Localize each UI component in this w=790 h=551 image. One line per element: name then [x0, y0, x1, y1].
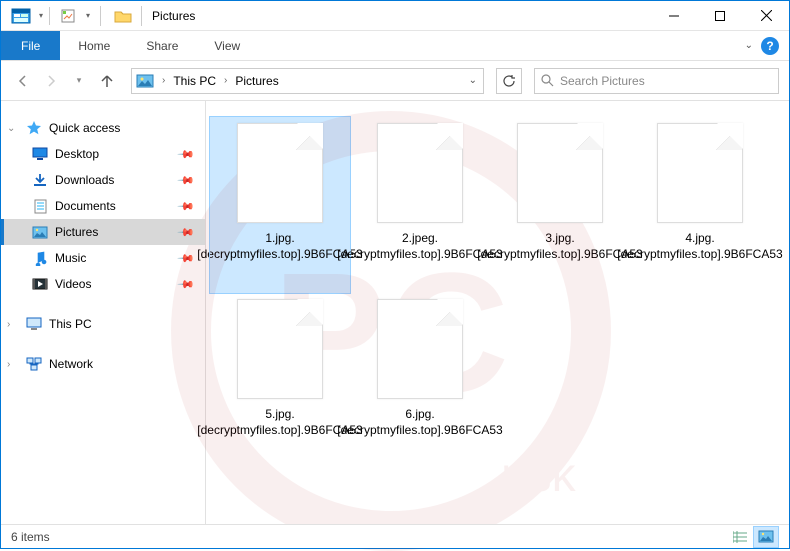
- qat-dropdown2-icon[interactable]: ▾: [84, 11, 92, 20]
- breadcrumb-sep-icon[interactable]: ›: [220, 75, 231, 86]
- nav-item-desktop[interactable]: Desktop 📌: [1, 141, 205, 167]
- pin-icon: 📌: [177, 223, 196, 242]
- downloads-icon: [31, 172, 49, 188]
- file-thumbnail-icon: [237, 123, 323, 223]
- forward-button[interactable]: [39, 69, 63, 93]
- details-view-icon: [733, 531, 747, 543]
- pictures-location-icon: [136, 73, 154, 89]
- file-name-label: 4.jpg.[decryptmyfiles.top].9B6FCA53: [611, 231, 788, 262]
- titlebar: ▾ ▾ Pictures: [1, 1, 789, 31]
- nav-label: Documents: [55, 199, 116, 213]
- file-thumbnail-icon: [657, 123, 743, 223]
- file-thumbnail-icon: [377, 299, 463, 399]
- details-view-button[interactable]: [727, 526, 753, 548]
- thumbnails-view-icon: [758, 530, 774, 543]
- nav-quick-access[interactable]: ⌄ Quick access: [1, 115, 205, 141]
- network-icon: [25, 356, 43, 372]
- nav-item-documents[interactable]: Documents 📌: [1, 193, 205, 219]
- nav-label: Videos: [55, 277, 91, 291]
- nav-item-music[interactable]: Music 📌: [1, 245, 205, 271]
- maximize-button[interactable]: [697, 1, 743, 31]
- file-item[interactable]: 5.jpg.[decryptmyfiles.top].9B6FCA53: [210, 293, 350, 469]
- status-item-count: 6 items: [11, 530, 50, 544]
- nav-label: Pictures: [55, 225, 98, 239]
- app-icon: [7, 6, 35, 26]
- breadcrumb-this-pc[interactable]: This PC: [171, 74, 218, 88]
- file-item[interactable]: 6.jpg.[decryptmyfiles.top].9B6FCA53: [350, 293, 490, 469]
- thumbnails-view-button[interactable]: [753, 526, 779, 548]
- videos-icon: [31, 276, 49, 292]
- nav-item-videos[interactable]: Videos 📌: [1, 271, 205, 297]
- refresh-button[interactable]: [496, 68, 522, 94]
- pin-icon: 📌: [177, 197, 196, 216]
- file-list[interactable]: 1.jpg.[decryptmyfiles.top].9B6FCA532.jpe…: [206, 101, 789, 526]
- chevron-right-icon[interactable]: ›: [7, 319, 10, 330]
- nav-label: Quick access: [49, 121, 120, 135]
- search-placeholder: Search Pictures: [560, 74, 645, 88]
- qat-properties-icon[interactable]: [54, 6, 82, 26]
- file-item[interactable]: 1.jpg.[decryptmyfiles.top].9B6FCA53: [210, 117, 350, 293]
- file-thumbnail-icon: [517, 123, 603, 223]
- nav-this-pc[interactable]: › This PC: [1, 311, 205, 337]
- breadcrumb-sep-icon[interactable]: ›: [158, 75, 169, 86]
- recent-dropdown-icon[interactable]: ▾: [67, 69, 91, 93]
- nav-item-downloads[interactable]: Downloads 📌: [1, 167, 205, 193]
- desktop-icon: [31, 146, 49, 162]
- nav-label: Downloads: [55, 173, 114, 187]
- search-icon: [541, 74, 554, 87]
- minimize-button[interactable]: [651, 1, 697, 31]
- up-button[interactable]: [95, 69, 119, 93]
- expand-ribbon-icon[interactable]: ⌄: [745, 40, 753, 51]
- pin-icon: 📌: [177, 145, 196, 164]
- file-tab[interactable]: File: [1, 31, 60, 60]
- qat-dropdown-icon[interactable]: ▾: [37, 11, 45, 20]
- pin-icon: 📌: [177, 171, 196, 190]
- search-input[interactable]: Search Pictures: [534, 68, 779, 94]
- tab-home[interactable]: Home: [60, 31, 128, 60]
- this-pc-icon: [25, 316, 43, 332]
- documents-icon: [31, 198, 49, 214]
- nav-label: Music: [55, 251, 86, 265]
- nav-label: Desktop: [55, 147, 99, 161]
- nav-label: This PC: [49, 317, 92, 331]
- star-icon: [25, 120, 43, 136]
- navigation-pane: ⌄ Quick access Desktop 📌 Downloads 📌 Doc…: [1, 101, 206, 526]
- address-bar: ▾ › This PC › Pictures ⌄ Search Pictures: [1, 61, 789, 101]
- help-icon[interactable]: ?: [761, 37, 779, 55]
- close-button[interactable]: [743, 1, 789, 31]
- file-thumbnail-icon: [377, 123, 463, 223]
- ribbon: File Home Share View ⌄ ?: [1, 31, 789, 61]
- breadcrumb[interactable]: › This PC › Pictures ⌄: [131, 68, 484, 94]
- address-dropdown-icon[interactable]: ⌄: [469, 75, 477, 86]
- pictures-icon: [31, 224, 49, 240]
- music-icon: [31, 250, 49, 266]
- chevron-down-icon[interactable]: ⌄: [7, 123, 15, 134]
- back-button[interactable]: [11, 69, 35, 93]
- nav-network[interactable]: › Network: [1, 351, 205, 377]
- file-name-label: 6.jpg.[decryptmyfiles.top].9B6FCA53: [331, 407, 508, 438]
- nav-item-pictures[interactable]: Pictures 📌: [1, 219, 205, 245]
- folder-icon: [109, 6, 137, 26]
- status-bar: 6 items: [1, 524, 789, 548]
- nav-label: Network: [49, 357, 93, 371]
- breadcrumb-pictures[interactable]: Pictures: [233, 74, 280, 88]
- pin-icon: 📌: [177, 275, 196, 294]
- pin-icon: 📌: [177, 249, 196, 268]
- file-item[interactable]: 4.jpg.[decryptmyfiles.top].9B6FCA53: [630, 117, 770, 293]
- window-title: Pictures: [150, 9, 195, 23]
- chevron-right-icon[interactable]: ›: [7, 359, 10, 370]
- file-item[interactable]: 2.jpeg.[decryptmyfiles.top].9B6FCA53: [350, 117, 490, 293]
- file-item[interactable]: 3.jpg.[decryptmyfiles.top].9B6FCA53: [490, 117, 630, 293]
- tab-share[interactable]: Share: [128, 31, 196, 60]
- tab-view[interactable]: View: [196, 31, 258, 60]
- file-thumbnail-icon: [237, 299, 323, 399]
